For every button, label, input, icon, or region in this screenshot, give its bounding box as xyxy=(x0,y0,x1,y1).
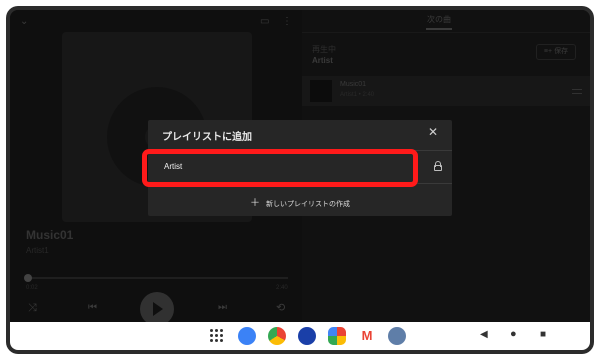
queue-track-row[interactable]: Music01 Artist1 • 2:40 xyxy=(302,76,590,106)
repeat-icon[interactable]: ⟲ xyxy=(276,303,285,314)
collapse-chevron-icon[interactable]: ⌄ xyxy=(20,17,28,27)
lock-icon xyxy=(434,161,442,171)
seek-bar[interactable] xyxy=(26,277,288,279)
track-title: Music01 xyxy=(340,81,367,88)
camera-icon[interactable] xyxy=(298,327,316,345)
screen: ⌄ ▭ ⋮ Music01 Artist1 0:02 2:40 ⤨ ⏮ ⏭ ⟲ … xyxy=(10,10,590,350)
home-icon[interactable]: ● xyxy=(510,328,517,340)
settings-icon[interactable] xyxy=(388,327,406,345)
previous-icon[interactable]: ⏮ xyxy=(88,303,97,313)
playlist-add-icon: ≡+ xyxy=(543,48,553,55)
now-playing-label: 再生中 xyxy=(312,45,336,54)
system-navbar: M ◀ ● ■ xyxy=(10,322,590,350)
seek-handle[interactable] xyxy=(24,274,32,282)
song-artist: Artist1 xyxy=(26,246,49,255)
tab-indicator xyxy=(426,28,452,30)
play-button[interactable] xyxy=(140,292,174,326)
chrome-icon[interactable] xyxy=(268,327,286,345)
shuffle-icon[interactable]: ⤨ xyxy=(28,303,37,314)
cast-icon[interactable]: ▭ xyxy=(260,17,269,27)
app-drawer-icon[interactable] xyxy=(210,329,223,342)
highlight-annotation xyxy=(142,149,418,187)
player-topbar: ⌄ ▭ ⋮ xyxy=(10,10,302,34)
more-options-icon[interactable]: ⋮ xyxy=(282,17,292,27)
now-playing-artist: Artist xyxy=(312,56,333,65)
play-icon xyxy=(153,302,163,316)
track-thumbnail xyxy=(310,80,332,102)
gmail-icon[interactable]: M xyxy=(358,327,376,345)
plus-icon: ＋ xyxy=(250,198,261,209)
time-elapsed: 0:02 xyxy=(26,285,38,291)
new-playlist-label: 新しいプレイリストの作成 xyxy=(265,201,350,208)
next-icon[interactable]: ⏭ xyxy=(218,303,227,313)
photos-icon[interactable] xyxy=(328,327,346,345)
save-label: 保存 xyxy=(554,48,569,55)
tab-up-next[interactable]: 次の曲 xyxy=(416,14,462,25)
new-playlist-button[interactable]: ＋ 新しいプレイリストの作成 xyxy=(148,194,452,209)
time-total: 2:40 xyxy=(276,285,288,291)
track-subtitle: Artist1 • 2:40 xyxy=(340,92,375,98)
divider xyxy=(302,32,590,33)
drag-handle-icon[interactable] xyxy=(572,89,582,94)
recents-icon[interactable]: ■ xyxy=(540,329,546,340)
save-button[interactable]: ≡+ 保存 xyxy=(536,44,576,60)
close-icon[interactable]: ✕ xyxy=(428,125,438,139)
back-icon[interactable]: ◀ xyxy=(480,329,488,340)
messages-icon[interactable] xyxy=(238,327,256,345)
device-frame: ⌄ ▭ ⋮ Music01 Artist1 0:02 2:40 ⤨ ⏮ ⏭ ⟲ … xyxy=(6,6,594,354)
dialog-title: プレイリストに追加 xyxy=(162,132,252,143)
song-title: Music01 xyxy=(26,228,74,242)
